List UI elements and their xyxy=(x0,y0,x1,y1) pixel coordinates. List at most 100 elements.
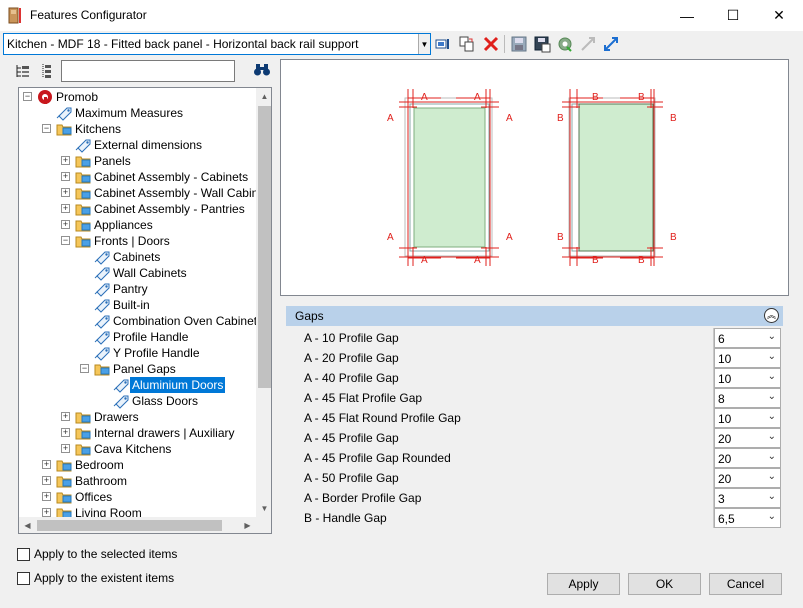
expand-node-icon[interactable]: + xyxy=(61,428,70,437)
collapse-node-icon[interactable]: − xyxy=(23,92,32,101)
gap-value: 10 xyxy=(718,372,732,386)
gap-row: A - 20 Profile Gap 10 ⌄ xyxy=(299,348,781,368)
collapse-arrows-icon[interactable] xyxy=(579,35,597,53)
collapse-chevron-icon[interactable]: ︽ xyxy=(764,308,779,323)
scroll-down-arrow-icon[interactable]: ▼ xyxy=(256,500,271,517)
minimize-button[interactable]: — xyxy=(664,0,710,31)
tree-horizontal-scroll-thumb[interactable] xyxy=(37,520,222,531)
gap-row: A - 45 Profile Gap 20 ⌄ xyxy=(299,428,781,448)
expand-node-icon[interactable]: + xyxy=(61,444,70,453)
cancel-button[interactable]: Cancel xyxy=(709,573,782,595)
gap-value-select[interactable]: 10 ⌄ xyxy=(714,348,781,368)
configuration-select[interactable]: Kitchen - MDF 18 - Fitted back panel - H… xyxy=(3,33,431,55)
expand-node-icon[interactable]: + xyxy=(42,508,51,517)
chevron-down-icon[interactable]: ⌄ xyxy=(768,411,776,422)
chevron-down-icon[interactable]: ⌄ xyxy=(768,471,776,482)
gap-value-select[interactable]: 20 ⌄ xyxy=(714,428,781,448)
expand-node-icon[interactable]: + xyxy=(42,476,51,485)
chevron-down-icon[interactable]: ⌄ xyxy=(768,491,776,502)
chevron-down-icon[interactable]: ⌄ xyxy=(768,391,776,402)
gap-name: A - 45 Profile Gap Rounded xyxy=(299,448,714,468)
gap-value-select[interactable]: 20 ⌄ xyxy=(714,468,781,488)
tree-item-label: Bathroom xyxy=(75,474,128,488)
binoculars-search-icon[interactable] xyxy=(253,63,271,77)
gap-value: 20 xyxy=(718,452,732,466)
expand-node-icon[interactable]: + xyxy=(42,492,51,501)
scroll-up-arrow-icon[interactable]: ▲ xyxy=(256,88,271,105)
collapse-node-icon[interactable]: − xyxy=(42,124,51,133)
ok-button[interactable]: OK xyxy=(628,573,701,595)
gap-value-select[interactable]: 8 ⌄ xyxy=(714,388,781,408)
expand-node-icon[interactable]: + xyxy=(61,156,70,165)
gap-value-select[interactable]: 3 ⌄ xyxy=(714,488,781,508)
expand-node-icon[interactable]: + xyxy=(61,412,70,421)
gap-value: 10 xyxy=(718,352,732,366)
tag-icon xyxy=(56,105,72,121)
save-as-icon[interactable] xyxy=(533,35,551,53)
collapse-node-icon[interactable]: − xyxy=(80,364,89,373)
maximize-button[interactable]: ☐ xyxy=(710,0,756,31)
title-bar: Features Configurator — ☐ ✕ xyxy=(0,0,803,31)
chevron-down-icon[interactable]: ⌄ xyxy=(768,431,776,442)
folder-icon xyxy=(75,441,91,457)
chevron-down-icon[interactable]: ⌄ xyxy=(768,371,776,382)
apply-existent-checkbox[interactable] xyxy=(17,572,30,585)
gap-value-select[interactable]: 20 ⌄ xyxy=(714,448,781,468)
expand-node-icon[interactable]: + xyxy=(61,204,70,213)
gap-row: A - Border Profile Gap 3 ⌄ xyxy=(299,488,781,508)
gap-name: A - 40 Profile Gap xyxy=(299,368,714,388)
gap-value-select[interactable]: 6 ⌄ xyxy=(714,328,781,348)
apply-button[interactable]: Apply xyxy=(547,573,620,595)
tree-horizontal-scrollbar[interactable]: ◀ ▶ xyxy=(19,517,271,533)
tree-search-input[interactable] xyxy=(61,60,235,82)
gap-value-select[interactable]: 10 ⌄ xyxy=(714,408,781,428)
folder-icon xyxy=(56,473,72,489)
tree-item-label: Drawers xyxy=(94,410,139,424)
copy-configuration-icon[interactable] xyxy=(458,35,476,53)
tree-expand-icon[interactable] xyxy=(15,63,31,79)
expand-arrows-icon[interactable] xyxy=(602,35,620,53)
gaps-section-header[interactable]: Gaps ︽ xyxy=(286,306,783,326)
expand-node-icon[interactable]: + xyxy=(61,188,70,197)
tree-collapse-icon[interactable] xyxy=(38,63,54,79)
chevron-down-icon[interactable]: ▼ xyxy=(418,34,430,54)
settings-gear-icon[interactable] xyxy=(556,35,574,53)
gap-label-a-bottom-left: A xyxy=(421,255,428,266)
tree-item-label: Promob xyxy=(56,90,99,104)
collapse-node-icon[interactable]: − xyxy=(61,236,70,245)
gap-label-a-top-right: A xyxy=(474,92,481,103)
chevron-down-icon[interactable]: ⌄ xyxy=(768,331,776,342)
tag-icon xyxy=(113,377,129,393)
expand-node-icon[interactable]: + xyxy=(61,172,70,181)
chevron-down-icon[interactable]: ⌄ xyxy=(768,451,776,462)
feature-tree[interactable]: − Promob Maximum Measures − Kitchens External… xyxy=(18,87,272,534)
tree-vertical-scrollbar[interactable]: ▲ ▼ xyxy=(256,88,271,517)
apply-selected-checkbox[interactable] xyxy=(17,548,30,561)
tree-item-label: Maximum Measures xyxy=(75,106,184,120)
chevron-down-icon[interactable]: ⌄ xyxy=(768,511,776,522)
gap-name: B - Handle Gap xyxy=(299,508,714,528)
delete-icon[interactable] xyxy=(482,35,500,53)
expand-node-icon[interactable]: + xyxy=(42,460,51,469)
folder-icon xyxy=(75,425,91,441)
gap-label-b-left-top: B xyxy=(557,113,564,124)
scroll-left-arrow-icon[interactable]: ◀ xyxy=(19,517,36,533)
gap-row: A - 45 Flat Round Profile Gap 10 ⌄ xyxy=(299,408,781,428)
door-a-panel xyxy=(413,107,486,248)
door-b-panel xyxy=(578,103,654,252)
new-configuration-icon[interactable] xyxy=(434,35,452,53)
tree-item-label: Wall Cabinets xyxy=(113,266,187,280)
tree-item-label: External dimensions xyxy=(94,138,203,152)
tree-item-label: Pantry xyxy=(113,282,148,296)
folder-icon xyxy=(75,233,91,249)
gap-value-select[interactable]: 6,5 ⌄ xyxy=(714,508,781,528)
tree-vertical-scroll-thumb[interactable] xyxy=(258,106,271,388)
gap-value-select[interactable]: 10 ⌄ xyxy=(714,368,781,388)
scroll-right-arrow-icon[interactable]: ▶ xyxy=(239,517,256,533)
chevron-down-icon[interactable]: ⌄ xyxy=(768,351,776,362)
close-window-button[interactable]: ✕ xyxy=(756,0,802,31)
gap-label-b-top-left: B xyxy=(592,92,599,103)
gap-row: A - 45 Profile Gap Rounded 20 ⌄ xyxy=(299,448,781,468)
expand-node-icon[interactable]: + xyxy=(61,220,70,229)
save-icon[interactable] xyxy=(510,35,528,53)
